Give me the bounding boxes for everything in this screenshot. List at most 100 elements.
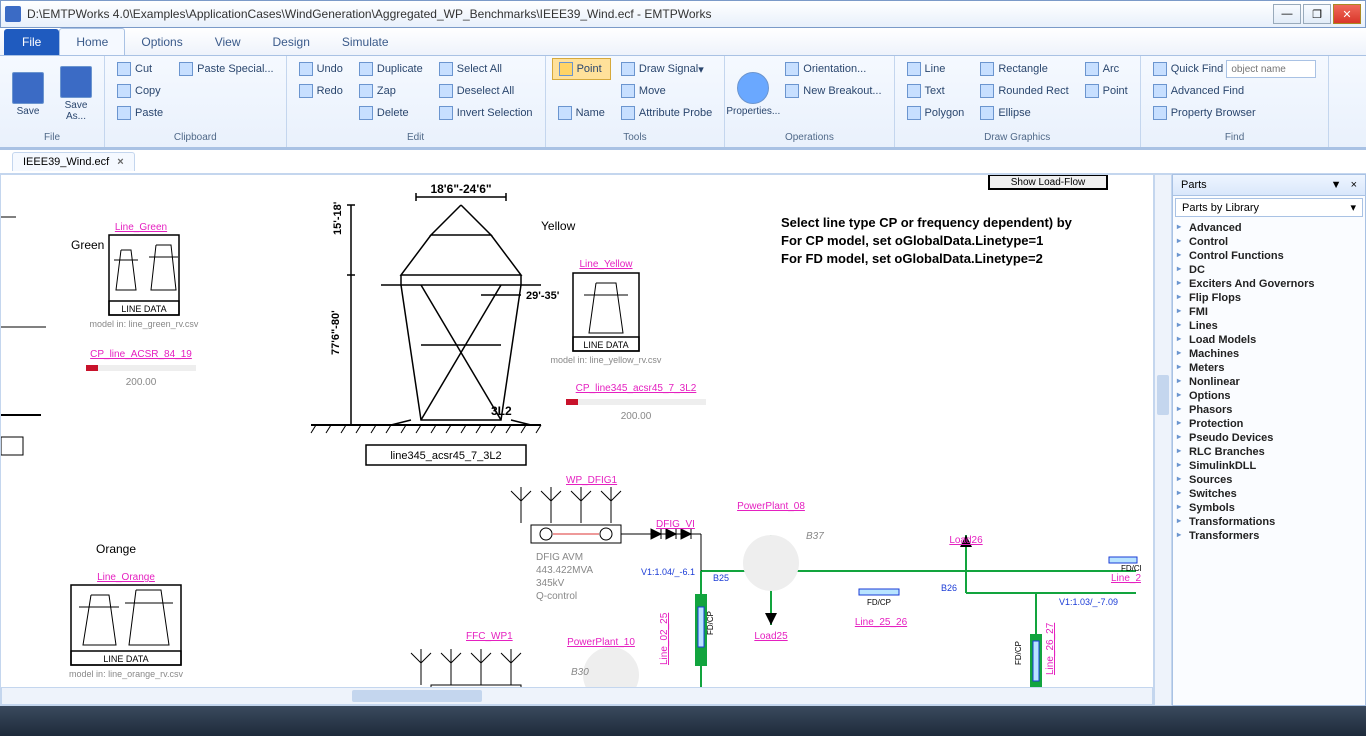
- parts-category[interactable]: Load Models: [1173, 333, 1365, 347]
- diagram-canvas[interactable]: Show Load-Flow Select line type CP or fr…: [0, 174, 1154, 706]
- parts-category[interactable]: Symbols: [1173, 501, 1365, 515]
- parts-category[interactable]: Phasors: [1173, 403, 1365, 417]
- parts-category[interactable]: Control Functions: [1173, 249, 1365, 263]
- draw-line-button[interactable]: Line: [901, 58, 971, 80]
- vertical-scrollbar[interactable]: [1154, 174, 1172, 706]
- svg-text:model in: line_orange_rv.csv: model in: line_orange_rv.csv: [69, 669, 183, 679]
- saveas-button[interactable]: Save As...: [54, 58, 98, 130]
- undo-button[interactable]: Undo: [293, 58, 349, 80]
- rect-icon: [980, 62, 994, 76]
- deselectall-button[interactable]: Deselect All: [433, 80, 539, 102]
- file-tab[interactable]: File: [4, 29, 59, 55]
- os-taskbar[interactable]: [0, 706, 1366, 736]
- name-tool-button[interactable]: Name: [552, 102, 611, 124]
- linedata-yellow[interactable]: Yellow Line_Yellow LINE DATA model in: l…: [541, 219, 706, 422]
- info-icon: [737, 72, 769, 104]
- vscroll-thumb[interactable]: [1157, 375, 1169, 415]
- parts-category[interactable]: SimulinkDLL: [1173, 459, 1365, 473]
- linedata-orange[interactable]: Orange Line_Orange LINE DATA model in: l…: [69, 542, 183, 679]
- hscroll-thumb[interactable]: [352, 690, 482, 702]
- parts-category[interactable]: Switches: [1173, 487, 1365, 501]
- svg-text:FD/CP: FD/CP: [867, 598, 891, 607]
- draw-polygon-button[interactable]: Polygon: [901, 102, 971, 124]
- tab-home[interactable]: Home: [59, 28, 125, 55]
- document-tab[interactable]: IEEE39_Wind.ecf ×: [12, 152, 135, 171]
- advancedfind-button[interactable]: Advanced Find: [1147, 80, 1323, 102]
- parts-category[interactable]: Lines: [1173, 319, 1365, 333]
- tab-view[interactable]: View: [199, 29, 257, 55]
- attrprobe-button[interactable]: Attribute Probe: [615, 102, 718, 124]
- move-button[interactable]: Move: [615, 80, 718, 102]
- tab-design[interactable]: Design: [257, 29, 326, 55]
- quickfind-input[interactable]: [1226, 60, 1316, 78]
- delete-icon: [359, 106, 373, 120]
- close-doc-icon[interactable]: ×: [117, 156, 123, 168]
- parts-close-icon[interactable]: ×: [1351, 179, 1357, 191]
- propbrowser-button[interactable]: Property Browser: [1147, 102, 1323, 124]
- parts-category[interactable]: Control: [1173, 235, 1365, 249]
- parts-category[interactable]: Advanced: [1173, 221, 1365, 235]
- parts-category[interactable]: Transformations: [1173, 515, 1365, 529]
- draw-arc-button[interactable]: Arc: [1079, 58, 1134, 80]
- close-button[interactable]: ✕: [1333, 4, 1361, 24]
- draw-text-button[interactable]: Text: [901, 80, 971, 102]
- invertselection-icon: [439, 106, 453, 120]
- properties-button[interactable]: Properties...: [731, 58, 775, 130]
- parts-category[interactable]: Exciters And Governors: [1173, 277, 1365, 291]
- paste-button[interactable]: Paste: [111, 102, 169, 124]
- point-tool-button[interactable]: Point: [552, 58, 611, 80]
- parts-category[interactable]: Sources: [1173, 473, 1365, 487]
- horizontal-scrollbar[interactable]: [1, 687, 1153, 705]
- minimize-button[interactable]: —: [1273, 4, 1301, 24]
- svg-text:Orange: Orange: [96, 542, 136, 556]
- draw-point-button[interactable]: Point: [1079, 80, 1134, 102]
- draw-ellipse-button[interactable]: Ellipse: [974, 102, 1074, 124]
- parts-dropdown-icon[interactable]: ▼: [1331, 179, 1342, 191]
- pastespecial-button[interactable]: Paste Special...: [173, 58, 279, 80]
- roundedrect-icon: [980, 84, 994, 98]
- maximize-button[interactable]: ❐: [1303, 4, 1331, 24]
- network-diagram[interactable]: WP_DFIG1 DFIG AVM 443.422MVA 345kV Q-con…: [411, 475, 1141, 703]
- svg-text:LINE DATA: LINE DATA: [583, 340, 628, 350]
- newbreakout-button[interactable]: New Breakout...: [779, 80, 887, 102]
- invertselection-button[interactable]: Invert Selection: [433, 102, 539, 124]
- svg-text:CP_line345_acsr45_7_3L2: CP_line345_acsr45_7_3L2: [576, 383, 697, 394]
- cut-button[interactable]: Cut: [111, 58, 169, 80]
- zap-button[interactable]: Zap: [353, 80, 429, 102]
- parts-category[interactable]: FMI: [1173, 305, 1365, 319]
- parts-title: Parts: [1181, 179, 1207, 191]
- parts-category[interactable]: Meters: [1173, 361, 1365, 375]
- save-button[interactable]: Save: [6, 58, 50, 130]
- drawsignal-button[interactable]: Draw Signal ▾: [615, 58, 718, 80]
- parts-category[interactable]: Flip Flops: [1173, 291, 1365, 305]
- draw-roundedrect-button[interactable]: Rounded Rect: [974, 80, 1074, 102]
- svg-text:24'6": 24'6": [16, 312, 45, 326]
- tab-simulate[interactable]: Simulate: [326, 29, 405, 55]
- draw-rect-button[interactable]: Rectangle: [974, 58, 1074, 80]
- orientation-button[interactable]: Orientation...: [779, 58, 887, 80]
- parts-tree[interactable]: AdvancedControlControl FunctionsDCExcite…: [1173, 219, 1365, 705]
- linedata-green[interactable]: Green Line_Green LINE DATA model in: lin…: [71, 222, 199, 388]
- svg-text:Q-control: Q-control: [536, 591, 577, 602]
- svg-text:LINE DATA: LINE DATA: [103, 654, 148, 664]
- svg-text:CP_line_ACSR_84_19: CP_line_ACSR_84_19: [90, 349, 192, 360]
- parts-mode-select[interactable]: Parts by Library▾: [1175, 198, 1363, 217]
- selectall-button[interactable]: Select All: [433, 58, 539, 80]
- breakout-icon: [785, 84, 799, 98]
- parts-category[interactable]: Protection: [1173, 417, 1365, 431]
- redo-button[interactable]: Redo: [293, 80, 349, 102]
- parts-category[interactable]: RLC Branches: [1173, 445, 1365, 459]
- parts-category[interactable]: DC: [1173, 263, 1365, 277]
- show-loadflow-button[interactable]: Show Load-Flow: [989, 175, 1107, 189]
- parts-category[interactable]: Options: [1173, 389, 1365, 403]
- tab-options[interactable]: Options: [125, 29, 198, 55]
- copy-button[interactable]: Copy: [111, 80, 169, 102]
- svg-text:Show Load-Flow: Show Load-Flow: [1011, 177, 1086, 188]
- delete-button[interactable]: Delete: [353, 102, 429, 124]
- duplicate-button[interactable]: Duplicate: [353, 58, 429, 80]
- parts-category[interactable]: Pseudo Devices: [1173, 431, 1365, 445]
- parts-category[interactable]: Nonlinear: [1173, 375, 1365, 389]
- quickfind-button[interactable]: Quick Find: [1147, 58, 1323, 80]
- parts-category[interactable]: Transformers: [1173, 529, 1365, 543]
- parts-category[interactable]: Machines: [1173, 347, 1365, 361]
